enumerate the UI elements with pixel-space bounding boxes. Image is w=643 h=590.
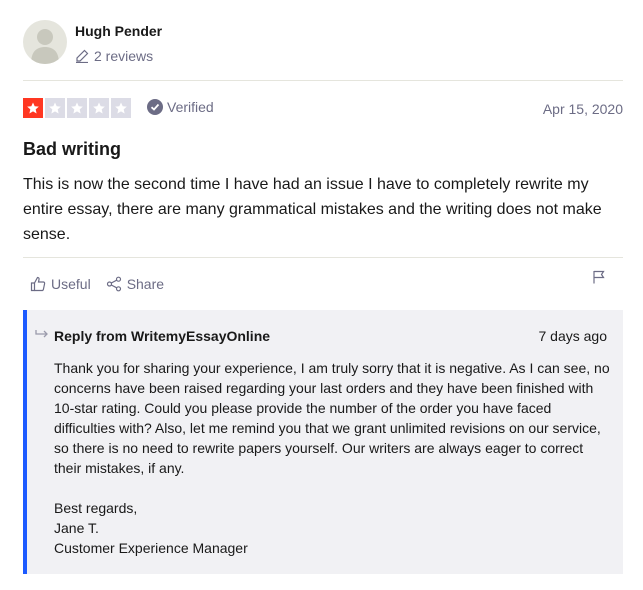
star-rating <box>23 98 131 118</box>
review-count-label: 2 reviews <box>94 48 154 64</box>
reply-signoff-line: Best regards, <box>54 500 138 516</box>
star-icon <box>89 98 109 118</box>
review-body: This is now the second time I have had a… <box>23 176 602 243</box>
review-count: 2 reviews <box>75 48 153 64</box>
flag-icon[interactable] <box>592 270 606 284</box>
reply-signoff-line: Customer Experience Manager <box>54 540 248 556</box>
reply-signoff-line: Jane T. <box>54 520 99 536</box>
company-reply: Reply from WritemyEssayOnline 7 days ago… <box>23 310 623 574</box>
review-actions: Useful Share <box>30 274 164 294</box>
reviewer-header: Hugh Pender 2 reviews <box>23 20 623 70</box>
divider <box>23 257 623 258</box>
check-circle-icon <box>147 99 163 115</box>
share-icon <box>106 276 121 292</box>
star-icon <box>23 98 43 118</box>
reply-signoff: Best regards, Jane T. Customer Experienc… <box>54 498 248 558</box>
reply-body: Thank you for sharing your experience, I… <box>54 360 610 476</box>
star-icon <box>67 98 87 118</box>
verified-badge[interactable]: Verified <box>147 99 214 115</box>
reviewer-name[interactable]: Hugh Pender <box>75 23 162 39</box>
star-icon <box>45 98 65 118</box>
star-icon <box>111 98 131 118</box>
reply-arrow-icon <box>35 330 48 338</box>
reply-from: Reply from WritemyEssayOnline <box>54 328 271 344</box>
pencil-icon <box>75 49 89 63</box>
thumbs-up-icon <box>30 276 46 292</box>
useful-button[interactable]: Useful <box>30 276 91 292</box>
user-silhouette-icon <box>31 29 59 64</box>
review-title[interactable]: Bad writing <box>23 139 121 160</box>
avatar[interactable] <box>23 20 67 64</box>
divider <box>23 80 623 81</box>
review-date: Apr 15, 2020 <box>542 101 623 117</box>
share-label: Share <box>126 276 165 292</box>
rating-row: Verified Apr 15, 2020 <box>23 97 623 119</box>
share-button[interactable]: Share <box>106 276 164 292</box>
verified-label: Verified <box>167 99 214 115</box>
useful-label: Useful <box>51 276 91 292</box>
reply-date: 7 days ago <box>538 328 608 344</box>
